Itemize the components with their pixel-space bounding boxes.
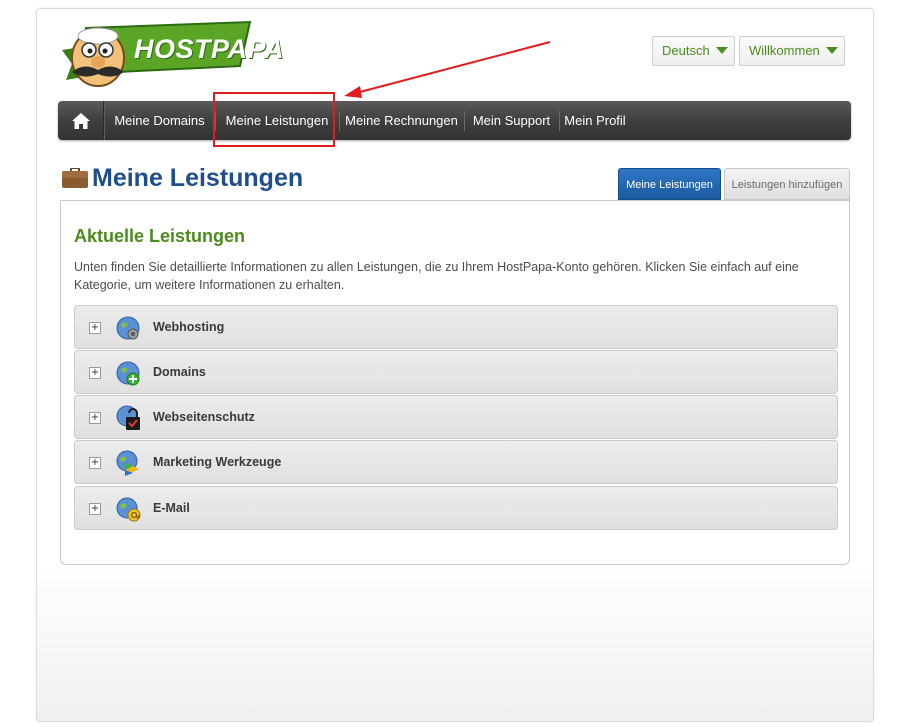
logo-text: HOSTPAPA bbox=[134, 34, 285, 64]
category-e-mail[interactable]: + E-Mail bbox=[74, 486, 838, 530]
expand-icon[interactable]: + bbox=[89, 412, 101, 424]
nav-item-support[interactable]: Mein Support bbox=[464, 101, 559, 140]
language-label: Deutsch bbox=[662, 43, 710, 58]
welcome-label: Willkommen bbox=[749, 43, 820, 58]
globe-lock-icon bbox=[116, 405, 140, 430]
category-label: E-Mail bbox=[153, 501, 190, 515]
welcome-dropdown[interactable]: Willkommen bbox=[739, 36, 845, 66]
globe-icon bbox=[116, 316, 140, 340]
expand-icon[interactable]: + bbox=[89, 503, 101, 515]
nav-item-rechnungen[interactable]: Meine Rechnungen bbox=[339, 101, 464, 140]
globe-marketing-icon bbox=[116, 450, 139, 476]
language-dropdown[interactable]: Deutsch bbox=[652, 36, 735, 66]
home-button[interactable] bbox=[58, 101, 104, 140]
category-domains[interactable]: + Domains bbox=[74, 350, 838, 394]
category-label: Webseitenschutz bbox=[153, 410, 255, 424]
section-title: Aktuelle Leistungen bbox=[74, 226, 246, 246]
tab-leistungen-hinzufuegen[interactable]: Leistungen hinzufügen bbox=[724, 168, 850, 200]
nav-item-profil[interactable]: Mein Profil bbox=[559, 101, 631, 140]
globe-email-icon bbox=[116, 497, 141, 522]
tab-meine-leistungen[interactable]: Meine Leistungen bbox=[618, 168, 721, 200]
category-webhosting[interactable]: + Webhosting bbox=[74, 305, 838, 349]
category-label: Marketing Werkzeuge bbox=[153, 455, 282, 469]
category-label: Domains bbox=[153, 365, 206, 379]
home-icon bbox=[71, 112, 90, 129]
intro-text: Unten finden Sie detaillierte Informatio… bbox=[74, 260, 799, 292]
nav-item-leistungen[interactable]: Meine Leistungen bbox=[215, 101, 339, 140]
hostpapa-logo[interactable]: HOSTPAPA bbox=[58, 14, 284, 92]
nav-item-domains[interactable]: Meine Domains bbox=[104, 101, 215, 140]
page-title: Meine Leistungen bbox=[92, 164, 304, 192]
main-navbar: Meine Domains Meine Leistungen Meine Rec… bbox=[58, 101, 851, 140]
caret-down-icon bbox=[715, 47, 728, 54]
expand-icon[interactable]: + bbox=[89, 367, 101, 379]
category-label: Webhosting bbox=[153, 320, 225, 334]
expand-icon[interactable]: + bbox=[89, 457, 101, 469]
category-webseitenschutz[interactable]: + Webseitenschutz bbox=[74, 395, 838, 439]
expand-icon[interactable]: + bbox=[89, 322, 101, 334]
briefcase-icon bbox=[62, 168, 88, 188]
category-marketing-werkzeuge[interactable]: + Marketing Werkzeuge bbox=[74, 440, 838, 484]
globe-add-icon bbox=[116, 361, 140, 386]
caret-down-icon bbox=[825, 47, 838, 54]
